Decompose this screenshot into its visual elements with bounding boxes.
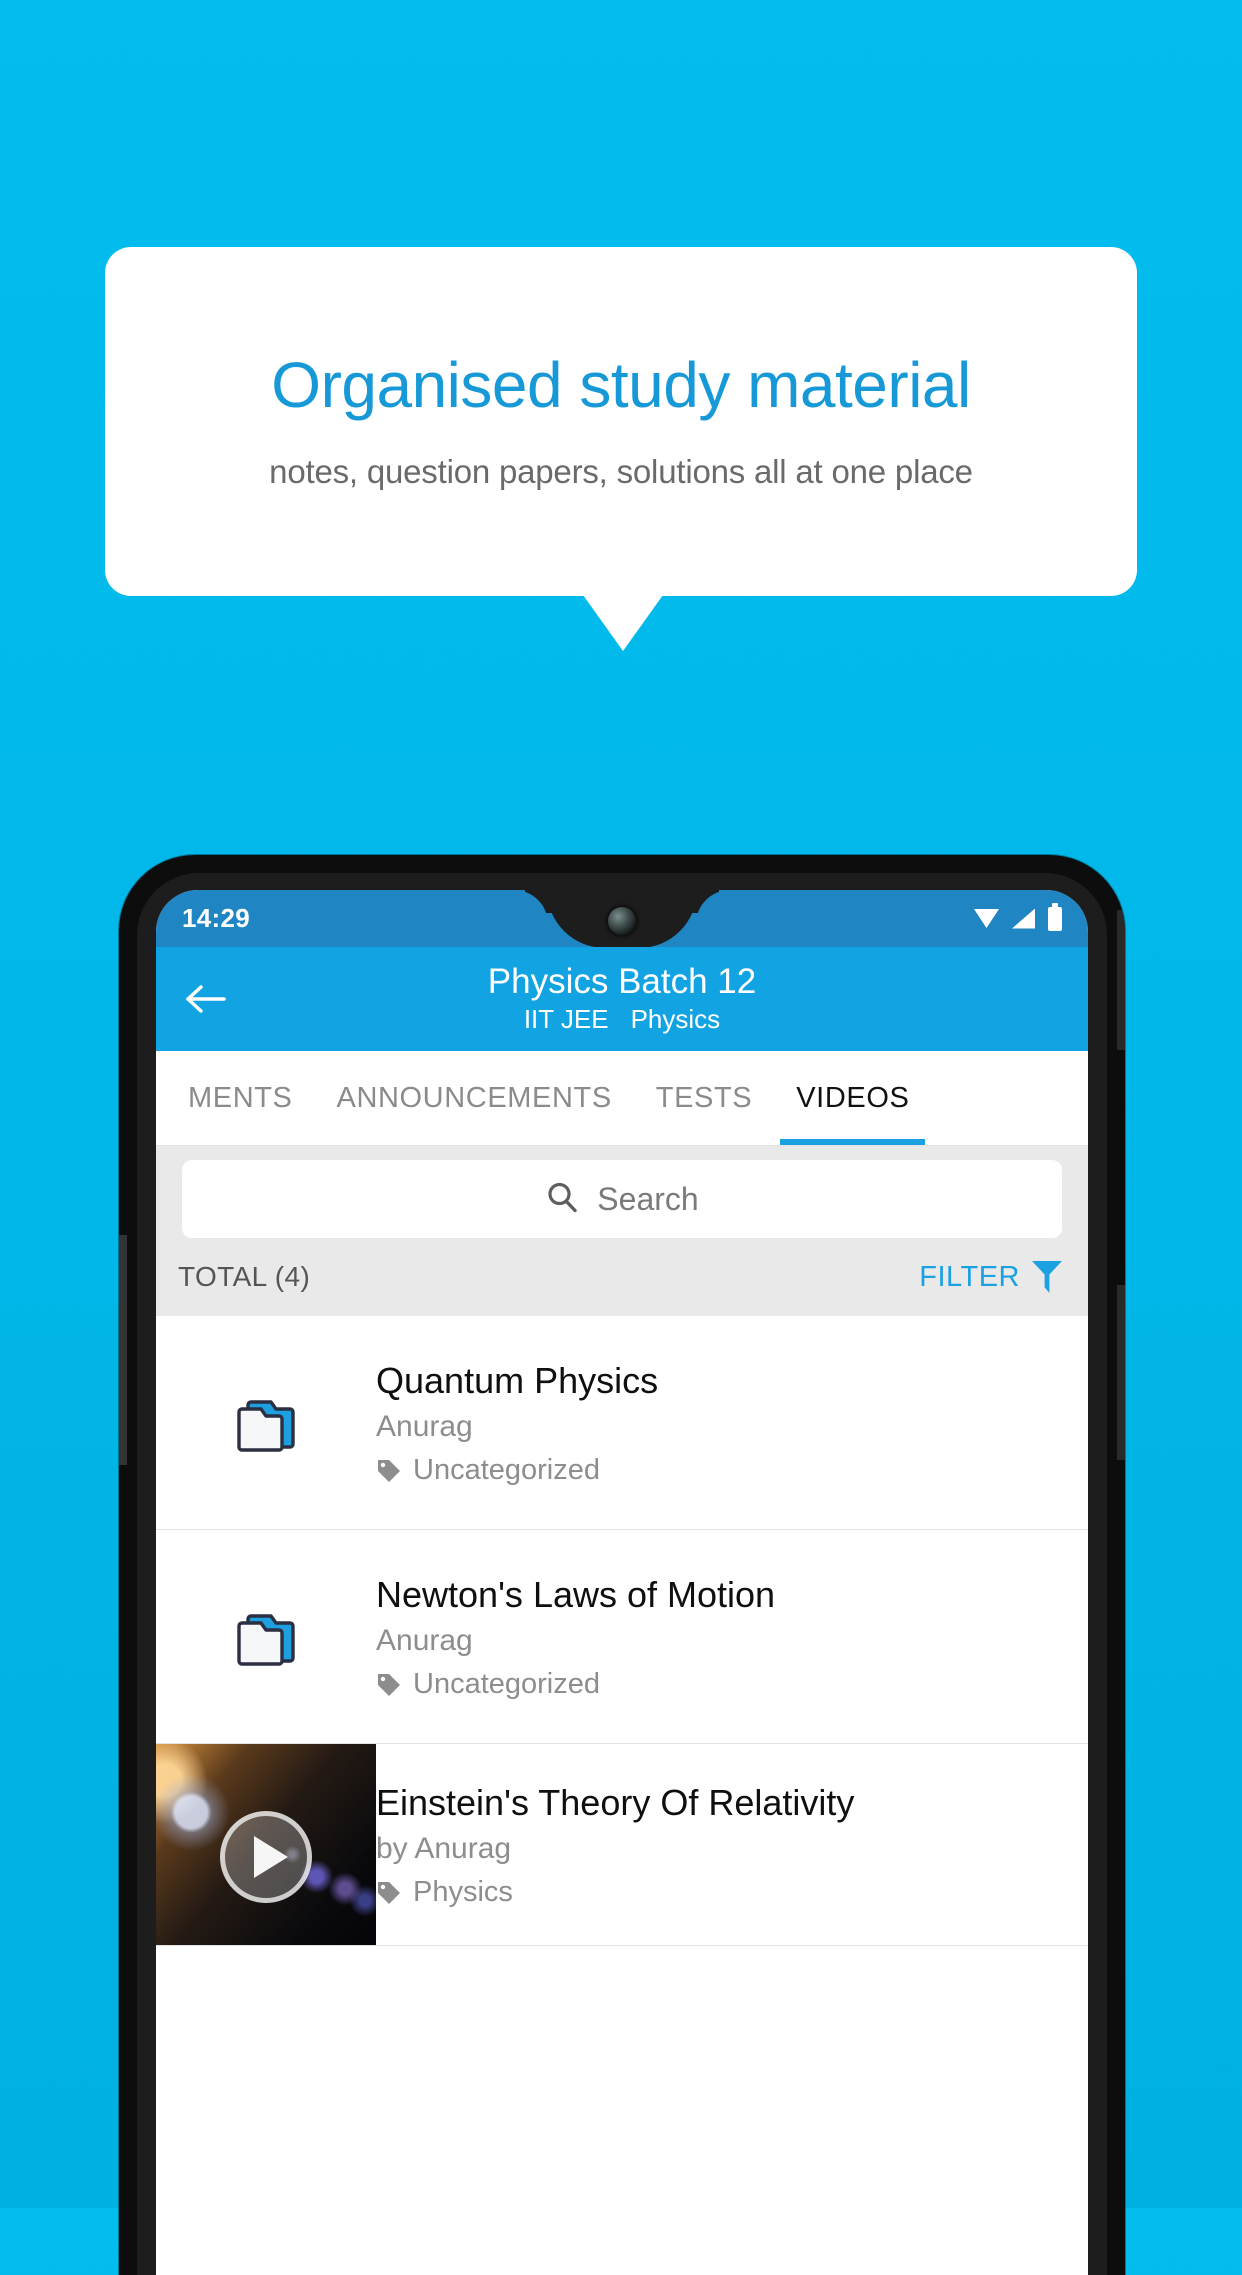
status-bar: 14:29: [156, 890, 1088, 948]
exam-label: IIT JEE: [523, 1003, 609, 1034]
filter-button[interactable]: FILTER: [919, 1261, 1062, 1294]
play-icon[interactable]: [220, 1810, 312, 1903]
folder-icon: [156, 1388, 376, 1458]
tag-icon: [376, 1458, 402, 1484]
phone-mockup: 14:29 Physics Batch 12 IIT JEE Physics M…: [119, 855, 1125, 2275]
app-bar-subtitle: IIT JEE Physics: [524, 1004, 720, 1035]
tag-icon: [376, 1672, 402, 1698]
total-count-label: TOTAL (4): [178, 1261, 311, 1292]
list-item[interactable]: Einstein's Theory Of Relativity by Anura…: [156, 1744, 1088, 1946]
list-item-tag: Physics: [413, 1876, 513, 1908]
battery-icon: [1048, 902, 1062, 931]
list-item-author: Anurag: [376, 1410, 473, 1443]
phone-notch: [547, 890, 697, 948]
app-bar: Physics Batch 12 IIT JEE Physics: [156, 947, 1088, 1051]
front-camera-icon: [608, 907, 636, 935]
list-item-tag: Uncategorized: [413, 1668, 600, 1700]
list-item-text: Newton's Laws of Motion Anurag Uncategor…: [376, 1572, 1088, 1701]
signal-icon: [1012, 908, 1035, 929]
tab-announcements[interactable]: ANNOUNCEMENTS: [315, 1051, 634, 1145]
search-input[interactable]: Search: [182, 1160, 1062, 1238]
page-title: Physics Batch 12: [487, 962, 757, 1002]
list-toolbar: TOTAL (4) FILTER: [156, 1238, 1088, 1316]
status-time: 14:29: [182, 903, 250, 933]
tab-ments[interactable]: MENTS: [166, 1051, 315, 1145]
list-item-author: Anurag: [376, 1624, 473, 1657]
content-list: Quantum Physics Anurag Uncategorized New…: [156, 1316, 1088, 1946]
phone-volume-button-left[interactable]: [119, 1235, 127, 1465]
promo-title: Organised study material: [271, 348, 971, 421]
search-placeholder: Search: [597, 1180, 699, 1217]
list-item[interactable]: Newton's Laws of Motion Anurag Uncategor…: [156, 1530, 1088, 1744]
list-item-title: Newton's Laws of Motion: [376, 1574, 776, 1615]
phone-screen: 14:29 Physics Batch 12 IIT JEE Physics M…: [156, 890, 1088, 2275]
list-item-tag-row: Uncategorized: [376, 1668, 1068, 1701]
list-item-tag-row: Uncategorized: [376, 1454, 1068, 1487]
status-icons: [974, 902, 1062, 931]
tab-videos[interactable]: VIDEOS: [774, 1051, 931, 1145]
list-item-tag-row: Physics: [376, 1876, 1068, 1909]
search-zone: Search: [156, 1146, 1088, 1238]
phone-power-button[interactable]: [1117, 910, 1125, 1050]
tag-icon: [376, 1880, 402, 1906]
list-item-title: Quantum Physics: [376, 1360, 659, 1401]
list-item-title: Einstein's Theory Of Relativity: [376, 1782, 855, 1823]
play-triangle: [253, 1835, 288, 1878]
list-item-text: Einstein's Theory Of Relativity by Anura…: [376, 1744, 1088, 1945]
promo-card: Organised study material notes, question…: [105, 247, 1137, 596]
filter-icon: [1032, 1261, 1062, 1293]
search-icon: [545, 1180, 579, 1219]
wifi-icon: [974, 909, 999, 928]
tab-tests[interactable]: TESTS: [634, 1051, 774, 1145]
back-arrow-icon[interactable]: [184, 977, 228, 1021]
list-item-tag: Uncategorized: [413, 1454, 600, 1486]
phone-volume-button-right[interactable]: [1117, 1285, 1125, 1460]
folder-icon: [156, 1602, 376, 1672]
filter-label: FILTER: [919, 1260, 1020, 1293]
list-item[interactable]: Quantum Physics Anurag Uncategorized: [156, 1316, 1088, 1530]
tab-bar: MENTS ANNOUNCEMENTS TESTS VIDEOS: [156, 1051, 1088, 1146]
list-item-text: Quantum Physics Anurag Uncategorized: [376, 1358, 1088, 1487]
list-item-author: by Anurag: [376, 1832, 512, 1865]
video-thumbnail[interactable]: [156, 1744, 376, 1945]
promo-subtitle: notes, question papers, solutions all at…: [269, 453, 973, 491]
promo-card-tail: [583, 595, 663, 651]
subject-label: Physics: [630, 1003, 721, 1034]
